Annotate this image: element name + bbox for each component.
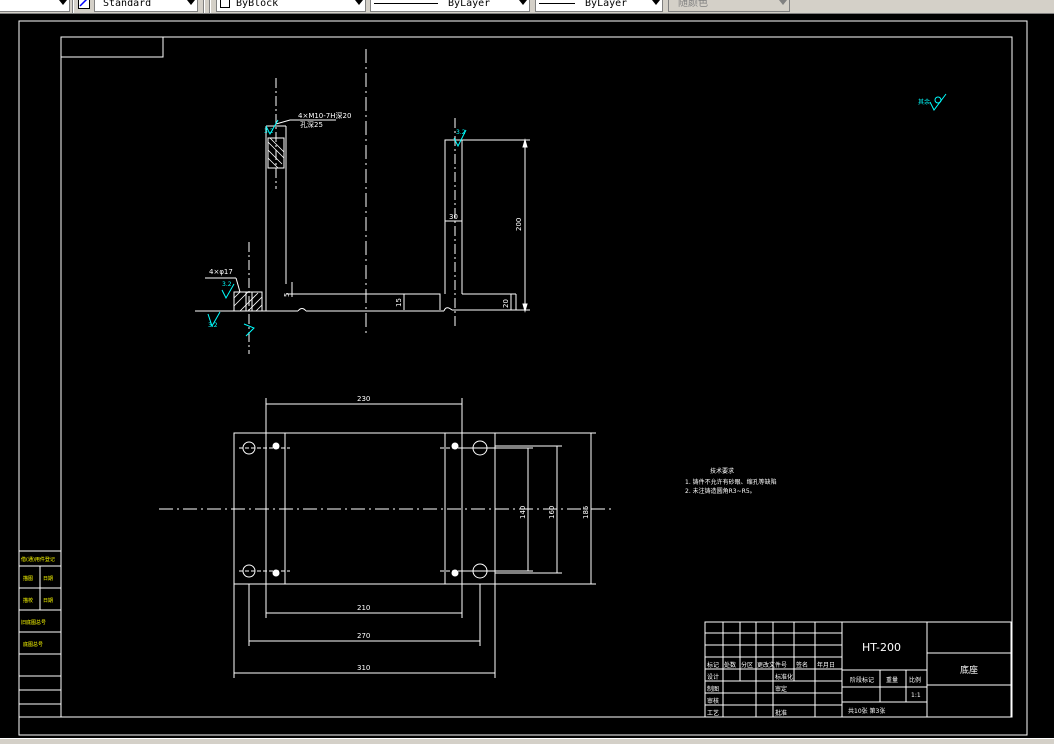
roughness-icon [934,96,942,104]
stage-label: 阶段标记 [850,676,874,684]
drawing-canvas[interactable]: 4×M10-7H深20 孔深25 4×φ17 200 30 15 5 20 3.… [0,14,1054,738]
sheet-outer-border [18,20,1028,736]
notes-item: 1. 铸件不允许有砂眼、缩孔等缺陷 [685,478,777,486]
title-block-text: HT-200 底座 标记 处数 分区 更改文件号 签名 年月日 设计 制图 审核… [707,641,978,717]
side-row-label: 描图 [23,575,33,582]
header-cell: 标记 [707,661,719,669]
prev-combo-tail[interactable] [0,0,70,12]
roughness-symbols [207,93,947,337]
header-cell: 签名 [796,661,808,669]
dim-210: 210 [357,604,370,612]
plan-view [159,398,612,678]
lineweight-value: ByLayer [585,0,628,9]
plot-style-value: 随颜色 [678,0,708,9]
roughness-value: 3.2 [456,129,466,136]
chevron-down-icon [652,0,660,5]
side-row-label: 描校 [23,597,33,604]
linetype-preview [374,2,438,4]
header-cell: 年月日 [817,661,835,669]
technical-notes: 技术要求 1. 铸件不允许有砂眼、缩孔等缺陷 2. 未注铸造圆角R3~R5。 [685,467,777,495]
side-row-label: 底图总号 [23,641,43,648]
lineweight-combo[interactable]: ByLayer [535,0,663,12]
dim-5: 5 [283,293,291,297]
side-row-label: 日期 [43,576,53,582]
dim-230: 230 [357,395,370,403]
role-cell: 设计 [707,673,719,681]
chevron-down-icon [519,0,527,5]
dim-15: 15 [395,298,403,307]
color-value: ByBlock [236,0,279,9]
plot-style-combo[interactable]: 随颜色 [668,0,790,12]
chevron-down-icon [779,0,787,5]
part-name: 底座 [960,664,978,676]
scale-label: 比例 [909,676,921,684]
plan-view-labels: 230 210 270 310 140 160 185 [357,395,590,672]
chevron-down-icon [355,0,363,5]
role-cell: 工艺 [707,709,719,717]
toolbar-separator [203,0,205,13]
dim-270: 270 [357,632,370,640]
side-table-labels: 借(通)用件登记 描图 日期 描校 日期 旧底图总号 底图总号 [21,556,55,648]
dim-20: 20 [502,299,510,308]
toolbar-separator [72,0,74,13]
dim-160: 160 [548,506,556,519]
dim-200: 200 [515,218,523,231]
weight-label: 重量 [886,676,898,684]
side-row-label: 旧底图总号 [21,619,46,626]
sheet-inner-border [60,36,1013,718]
color-swatch-icon [220,0,230,8]
dim-140: 140 [519,506,527,519]
dim-185: 185 [582,506,590,519]
header-cell: 更改文件号 [757,661,787,669]
role-cell: 批准 [775,709,787,717]
toolbar-separator [209,0,211,13]
side-row-label: 借(通)用件登记 [21,556,55,563]
text-style-icon[interactable] [78,0,90,9]
notes-item: 2. 未注铸造圆角R3~R5。 [685,487,756,495]
front-view [195,49,530,354]
lineweight-preview [539,2,575,4]
scale-value: 1:1 [911,692,921,699]
roughness-value: 3.2 [264,128,274,135]
corner-label-box [60,36,164,58]
other-roughness-label: 其余 [918,98,930,106]
chevron-down-icon [59,0,67,5]
text-style-value: Standard [103,0,152,9]
dim-310: 310 [357,664,370,672]
thread-callout: 4×M10-7H深20 [298,111,351,120]
dim-30: 30 [449,213,458,221]
properties-toolbar: Standard ByBlock ByLayer ByLayer 随颜色 [0,0,1054,14]
color-combo[interactable]: ByBlock [216,0,366,12]
chevron-down-icon [187,0,195,5]
role-cell: 制图 [707,685,719,693]
thread-depth: 孔深25 [300,120,323,129]
status-strip [0,738,1054,744]
sheet-info: 共10张 第3张 [848,707,885,715]
roughness-value: 3.2 [222,281,232,288]
notes-title: 技术要求 [710,467,734,475]
header-cell: 处数 [724,661,736,669]
side-row-label: 日期 [43,598,53,604]
hole-callout: 4×φ17 [209,268,233,276]
role-cell: 标准化 [775,673,793,681]
header-cell: 分区 [741,661,753,669]
roughness-icon [929,93,947,111]
part-number: HT-200 [862,641,901,654]
linetype-value: ByLayer [448,0,491,9]
linetype-combo[interactable]: ByLayer [370,0,530,12]
text-style-combo[interactable]: Standard [94,0,198,12]
roughness-value: 3.2 [208,322,218,329]
role-cell: 审定 [775,685,787,693]
role-cell: 审核 [707,697,719,705]
